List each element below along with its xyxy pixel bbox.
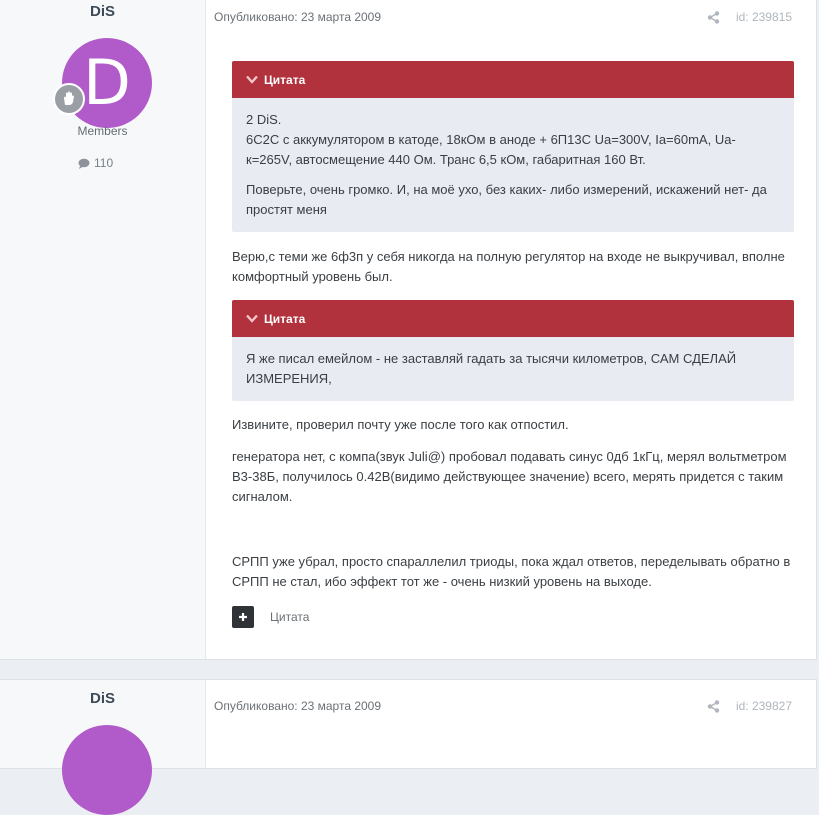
post: DiS Опубликовано: 23 марта 2009 id: 2398… (0, 679, 817, 815)
post-paragraph: СРПП уже убрал, просто спараллелил триод… (232, 554, 791, 589)
post-meta: Опубликовано: 23 марта 2009 id: 239815 (214, 10, 792, 24)
post-paragraph: Извините, проверил почту уже после того … (232, 417, 569, 432)
post-content: Опубликовано: 23 марта 2009 id: 239815 Ц… (206, 0, 816, 659)
quote-block: Цитата Я же писал емейлом - не заставляй… (232, 300, 794, 401)
quote-header-label: Цитата (264, 311, 306, 326)
author-panel: DiS (0, 680, 206, 815)
author-panel: DiS D Members 110 (0, 0, 206, 659)
post: DiS D Members 110 Опубликовано: 23 марта… (0, 0, 817, 660)
share-icon[interactable] (707, 699, 720, 713)
quote-paragraph: 2 DiS. 6С2С с аккумулятором в катоде, 18… (246, 112, 736, 167)
avatar[interactable]: D (62, 38, 152, 128)
author-name[interactable]: DiS (0, 3, 205, 20)
rank-badge-icon (53, 83, 85, 115)
quote-button[interactable]: Цитата (270, 610, 309, 624)
quote-header[interactable]: Цитата (232, 61, 794, 98)
quote-header[interactable]: Цитата (232, 300, 794, 337)
published-date[interactable]: Опубликовано: 23 марта 2009 (214, 699, 381, 713)
member-group: Members (77, 124, 128, 138)
multiquote-button[interactable] (232, 606, 254, 628)
quote-paragraph: Поверьте, очень громко. И, на моё ухо, б… (246, 182, 767, 217)
post-actions: Цитата (232, 606, 309, 628)
share-icon[interactable] (707, 10, 720, 24)
post-id[interactable]: id: 239815 (736, 10, 792, 24)
quote-header-label: Цитата (264, 72, 306, 87)
plus-icon (239, 613, 247, 621)
post-meta: Опубликовано: 23 марта 2009 id: 239827 (214, 699, 792, 713)
author-name[interactable]: DiS (0, 690, 205, 707)
comment-icon (78, 158, 90, 169)
post-paragraph: генератора нет, с компа(звук Juli@) проб… (232, 449, 787, 504)
chevron-down-icon (246, 314, 258, 323)
post-id[interactable]: id: 239827 (736, 699, 792, 713)
post-content: Опубликовано: 23 марта 2009 id: 239827 (206, 680, 816, 768)
quote-block: Цитата 2 DiS. 6С2С с аккумулятором в кат… (232, 61, 794, 232)
quote-body: 2 DiS. 6С2С с аккумулятором в катоде, 18… (232, 98, 794, 232)
post-paragraph: Верю,с теми же 6ф3п у себя никогда на по… (232, 249, 785, 284)
post-count: 110 (78, 156, 113, 170)
published-date[interactable]: Опубликовано: 23 марта 2009 (214, 10, 381, 24)
quote-body: Я же писал емейлом - не заставляй гадать… (232, 337, 794, 401)
avatar[interactable] (62, 725, 152, 815)
quote-paragraph: Я же писал емейлом - не заставляй гадать… (246, 351, 737, 386)
chevron-down-icon (246, 75, 258, 84)
post-count-value: 110 (94, 156, 114, 170)
